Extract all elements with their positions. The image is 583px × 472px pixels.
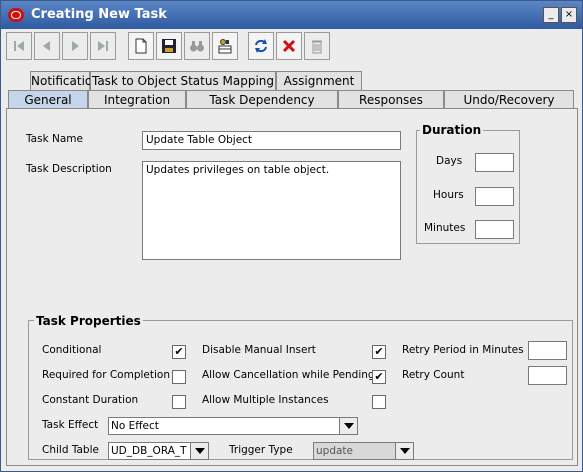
allow-cancellation-label: Allow Cancellation while Pending — [202, 369, 375, 381]
tab-responses[interactable]: Responses — [338, 90, 444, 109]
child-table-label: Child Table — [42, 444, 99, 456]
tab-notification[interactable]: Notification — [30, 71, 100, 90]
hours-label: Hours — [433, 189, 464, 201]
next-icon — [72, 41, 79, 51]
close-button[interactable]: × — [561, 7, 577, 23]
task-description-label: Task Description — [26, 163, 112, 175]
save-icon — [162, 39, 176, 53]
trigger-type-select[interactable]: update — [313, 442, 414, 460]
trigger-type-label: Trigger Type — [229, 444, 293, 456]
task-properties-group — [28, 320, 573, 460]
required-for-completion-label: Required for Completion — [42, 369, 170, 381]
lookup-button[interactable] — [212, 32, 238, 60]
table-lookup-icon — [218, 39, 232, 54]
binoculars-icon — [190, 41, 204, 52]
child-table-value: UD_DB_ORA_T — [111, 445, 187, 457]
save-button[interactable] — [156, 32, 182, 60]
allow-cancellation-checkbox[interactable]: ✔ — [372, 370, 386, 384]
task-name-input[interactable]: Update Table Object — [142, 131, 401, 150]
disable-manual-insert-label: Disable Manual Insert — [202, 344, 316, 356]
minutes-label: Minutes — [424, 222, 466, 234]
task-properties-title: Task Properties — [34, 314, 143, 328]
minutes-input[interactable] — [475, 220, 514, 239]
first-record-button[interactable] — [6, 32, 32, 60]
tab-undo-recovery[interactable]: Undo/Recovery — [444, 90, 574, 109]
previous-record-button[interactable] — [34, 32, 60, 60]
constant-duration-checkbox[interactable] — [172, 395, 186, 409]
constant-duration-label: Constant Duration — [42, 394, 139, 406]
minimize-button[interactable]: _ — [543, 7, 559, 23]
trash-button[interactable] — [304, 32, 330, 60]
tab-task-dependency[interactable]: Task Dependency — [186, 90, 338, 109]
task-effect-value: No Effect — [111, 420, 159, 432]
chevron-down-icon[interactable] — [395, 443, 413, 459]
task-window: Creating New Task _ × Notification Task … — [0, 0, 583, 472]
allow-multiple-instances-label: Allow Multiple Instances — [202, 394, 329, 406]
allow-multiple-instances-checkbox[interactable] — [372, 395, 386, 409]
refresh-button[interactable] — [248, 32, 274, 60]
task-description-textarea[interactable]: Updates privileges on table object. — [142, 161, 401, 260]
previous-icon — [43, 41, 50, 51]
new-button[interactable] — [128, 32, 154, 60]
refresh-icon — [255, 39, 267, 53]
days-label: Days — [436, 155, 463, 167]
delete-button[interactable] — [276, 32, 302, 60]
task-name-label: Task Name — [26, 133, 83, 145]
new-document-icon — [135, 38, 147, 54]
task-effect-label: Task Effect — [42, 419, 99, 431]
trash-icon — [312, 40, 322, 54]
first-icon — [14, 41, 24, 51]
task-effect-select[interactable]: No Effect — [108, 417, 358, 435]
retry-period-label: Retry Period in Minutes — [402, 344, 524, 356]
conditional-label: Conditional — [42, 344, 102, 356]
trigger-type-value: update — [316, 445, 353, 457]
oracle-logo-icon — [8, 8, 24, 22]
find-button[interactable] — [184, 32, 210, 60]
disable-manual-insert-checkbox[interactable]: ✔ — [372, 345, 386, 359]
last-record-button[interactable] — [90, 32, 116, 60]
general-panel: Task Name Update Table Object Task Descr… — [6, 108, 578, 466]
next-record-button[interactable] — [62, 32, 88, 60]
duration-title: Duration — [420, 123, 484, 137]
delete-x-icon — [282, 39, 296, 53]
retry-count-input[interactable] — [528, 366, 567, 385]
retry-period-input[interactable] — [528, 341, 567, 360]
tab-task-to-object-status-mapping[interactable]: Task to Object Status Mapping — [90, 71, 276, 90]
conditional-checkbox[interactable]: ✔ — [172, 345, 186, 359]
window-title: Creating New Task — [31, 7, 167, 22]
retry-count-label: Retry Count — [402, 369, 465, 381]
tab-general[interactable]: General — [8, 90, 88, 109]
tab-assignment[interactable]: Assignment — [276, 71, 362, 90]
required-for-completion-checkbox[interactable] — [172, 370, 186, 384]
child-table-select[interactable]: UD_DB_ORA_T — [108, 442, 209, 460]
chevron-down-icon[interactable] — [190, 443, 208, 459]
days-input[interactable] — [475, 153, 514, 172]
last-icon — [98, 41, 108, 51]
hours-input[interactable] — [475, 187, 514, 206]
tab-integration[interactable]: Integration — [88, 90, 186, 109]
title-bar: Creating New Task _ × — [1, 1, 582, 29]
chevron-down-icon[interactable] — [339, 418, 357, 434]
